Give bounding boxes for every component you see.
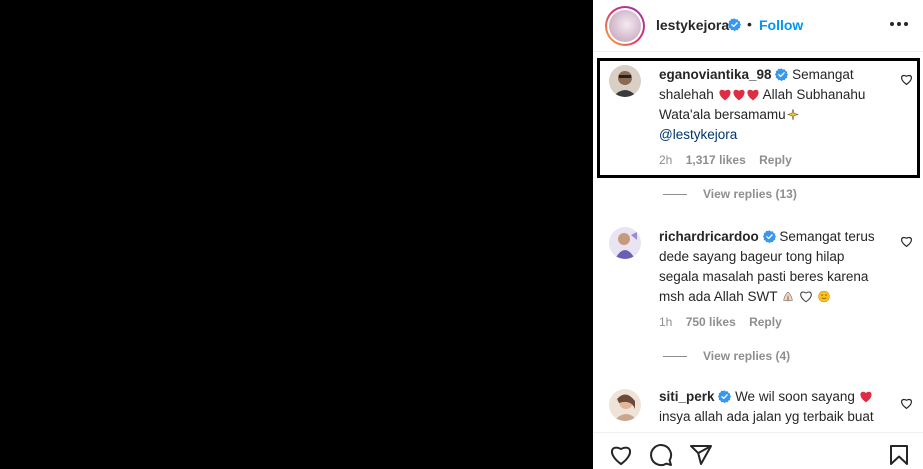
- commenter-avatar[interactable]: [609, 389, 641, 421]
- view-replies-label: View replies (13): [703, 187, 797, 201]
- author-avatar[interactable]: [605, 6, 645, 46]
- heart-icon[interactable]: [609, 443, 633, 467]
- comment-username[interactable]: richardricardoo: [659, 229, 759, 244]
- verified-badge-icon: [728, 18, 741, 31]
- view-replies-label: View replies (4): [703, 349, 791, 363]
- white-heart-emoji-icon: [800, 291, 812, 303]
- highlight-box: [597, 58, 920, 178]
- like-comment-heart-icon[interactable]: [900, 235, 913, 248]
- view-replies-button[interactable]: View replies (13): [663, 187, 797, 201]
- more-options-icon[interactable]: [890, 20, 908, 28]
- red-heart-emoji-icon: [860, 391, 872, 403]
- comment-time: 1h: [659, 315, 673, 329]
- commenter-avatar[interactable]: [609, 227, 641, 259]
- follow-button[interactable]: Follow: [759, 17, 803, 33]
- divider-line: [663, 194, 687, 196]
- comment-text: insya allah ada jalan yg terbaik buat: [659, 409, 874, 424]
- share-icon[interactable]: [689, 443, 713, 467]
- hugging-face-emoji-icon: [817, 290, 830, 303]
- comment-icon[interactable]: [649, 443, 673, 467]
- comment-meta: 1h 750 likes Reply: [659, 315, 792, 329]
- comment-text: We wil soon sayang: [735, 389, 855, 404]
- divider-line: [663, 356, 687, 358]
- verified-badge-icon: [762, 230, 776, 243]
- reply-button[interactable]: Reply: [749, 315, 782, 329]
- like-comment-heart-icon[interactable]: [900, 397, 913, 410]
- folded-hands-emoji-icon: [783, 291, 793, 302]
- post-media[interactable]: [0, 0, 593, 469]
- action-bar: [593, 432, 923, 469]
- bookmark-icon[interactable]: [887, 443, 911, 467]
- view-replies-button[interactable]: View replies (4): [663, 349, 790, 363]
- comment-likes[interactable]: 750 likes: [686, 315, 736, 329]
- verified-badge-icon: [718, 390, 732, 403]
- comment-username[interactable]: siti_perk: [659, 389, 715, 404]
- post-header: lestykejora • Follow: [593, 0, 923, 52]
- author-username[interactable]: lestykejora: [656, 17, 729, 33]
- separator-dot: •: [747, 16, 752, 32]
